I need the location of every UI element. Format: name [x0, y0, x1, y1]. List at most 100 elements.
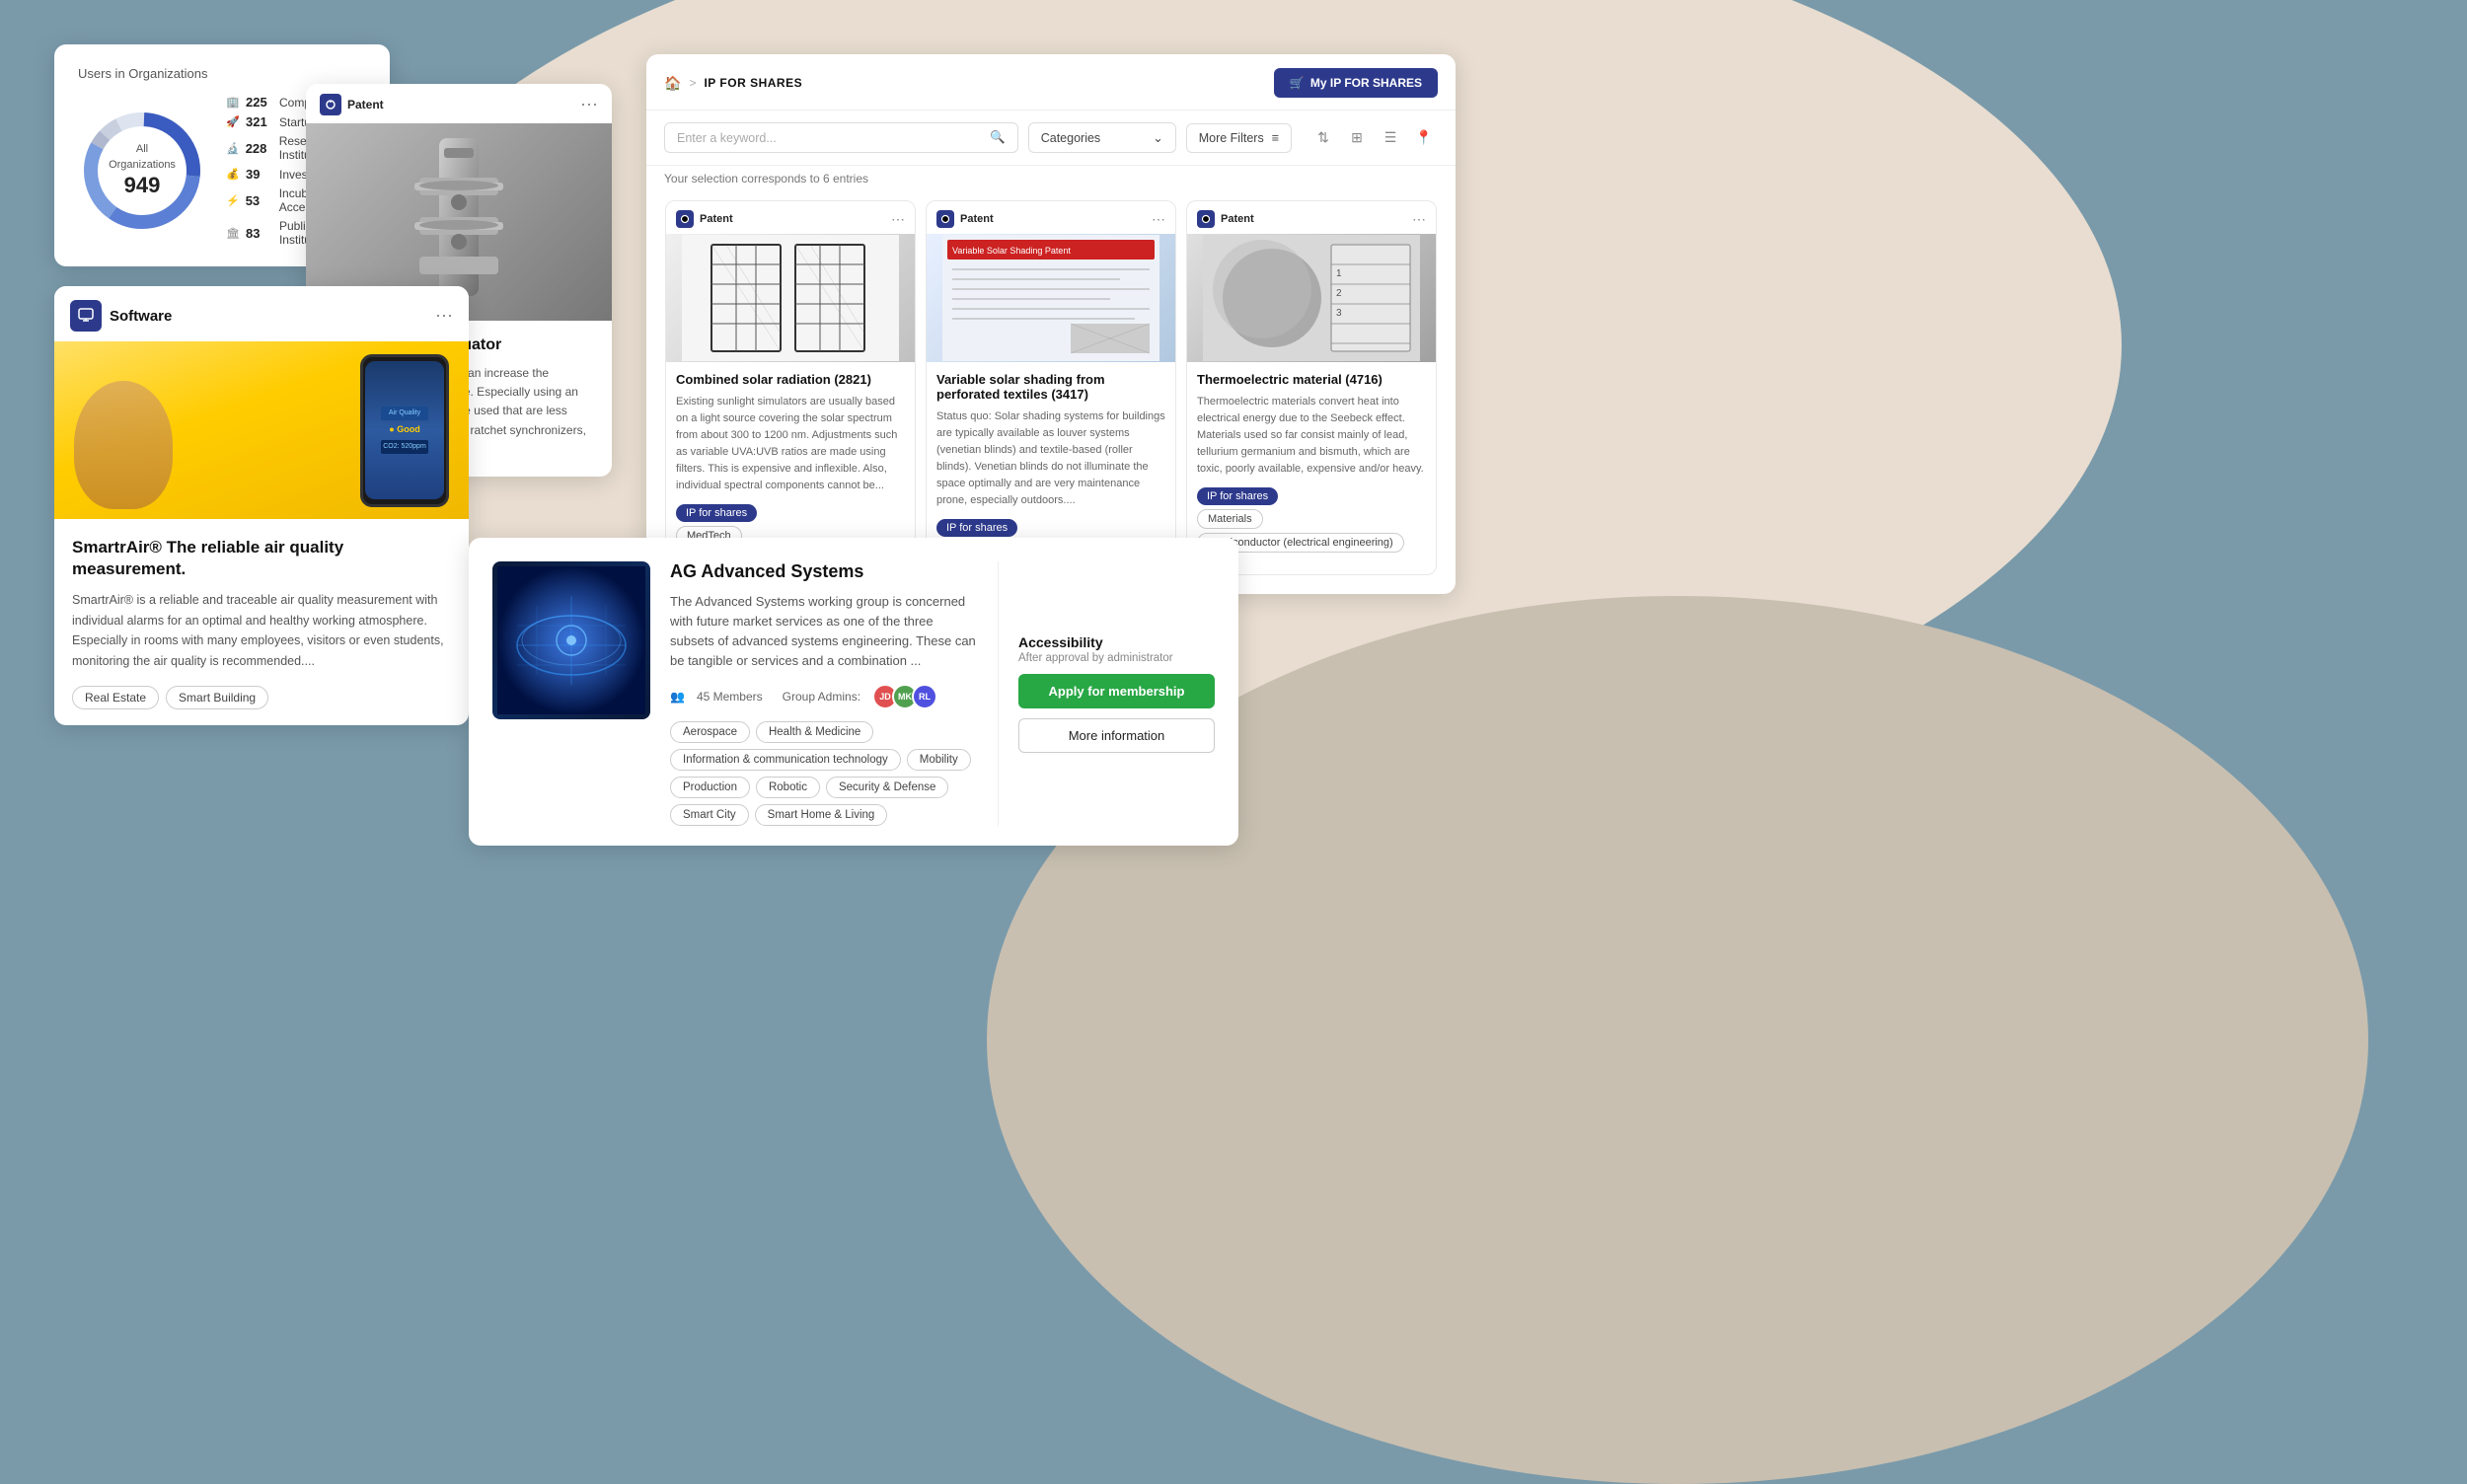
ip-patent-3-desc: Thermoelectric materials convert heat in… — [1197, 394, 1426, 478]
patent-badge-large: Patent — [320, 94, 384, 115]
tag-smart-building[interactable]: Smart Building — [166, 686, 268, 709]
filters-label: More Filters — [1199, 131, 1264, 145]
filter-icon: ≡ — [1272, 131, 1279, 145]
ip-cards-grid: Patent ⋯ — [646, 195, 1456, 594]
map-view-icon[interactable]: 📍 — [1410, 124, 1438, 152]
ip-patent-2-menu[interactable]: ⋯ — [1152, 212, 1165, 226]
home-icon[interactable]: 🏠 — [664, 75, 681, 92]
software-icon — [70, 300, 102, 332]
ip-patent-1-body: Combined solar radiation (2821) Existing… — [666, 362, 915, 559]
ip-panel-header: 🏠 > IP FOR SHARES 🛒 My IP FOR SHARES — [646, 54, 1456, 111]
svg-text:Variable Solar Shading Patent: Variable Solar Shading Patent — [952, 246, 1071, 256]
ag-image — [492, 561, 650, 719]
ag-members-count: 45 Members — [697, 690, 763, 704]
ip-patent-1-menu[interactable]: ⋯ — [891, 212, 905, 226]
ip-patent-3-tag-dark-0[interactable]: IP for shares — [1197, 487, 1278, 505]
software-tags: Real Estate Smart Building — [72, 686, 451, 709]
software-card-header: Software ⋯ — [54, 286, 469, 341]
patent-card-large-header: Patent ⋯ — [306, 84, 612, 123]
svg-text:2: 2 — [1336, 288, 1342, 299]
software-image-area: Air Quality ● Good CO2: 520ppm — [54, 341, 469, 519]
ip-patent-1-badge: Patent — [676, 210, 733, 228]
stat-investors-num: 39 — [246, 167, 273, 182]
ag-tag-robotic[interactable]: Robotic — [756, 777, 820, 798]
ip-patent-2-tag-dark-0[interactable]: IP for shares — [936, 519, 1017, 537]
sort-icon[interactable]: ⇅ — [1309, 124, 1337, 152]
ag-tag-health[interactable]: Health & Medicine — [756, 721, 873, 743]
ip-patent-2-header: Patent ⋯ — [927, 201, 1175, 234]
cards-container: Users in Organizations — [0, 0, 2467, 1336]
patent-icon-large — [320, 94, 341, 115]
patent-label-large: Patent — [347, 98, 384, 111]
tag-real-estate[interactable]: Real Estate — [72, 686, 159, 709]
my-ip-button[interactable]: 🛒 My IP FOR SHARES — [1274, 68, 1438, 98]
ag-sidebar: Accessibility After approval by administ… — [998, 561, 1215, 826]
ip-patent-1-icon — [676, 210, 694, 228]
ip-patent-3-body: Thermoelectric material (4716) Thermoele… — [1187, 362, 1436, 566]
breadcrumb-current: IP FOR SHARES — [704, 76, 802, 90]
building-icon: 🏢 — [226, 96, 240, 109]
group-admins-label: Group Admins: — [783, 690, 860, 704]
ip-search-row: Enter a keyword... 🔍 Categories ⌄ More F… — [646, 111, 1456, 166]
ip-patent-card-3: Patent ⋯ — [1186, 200, 1437, 575]
stat-public-num: 83 — [246, 226, 273, 241]
ip-results-label: Your selection corresponds to 6 entries — [646, 166, 1456, 195]
ip-patent-3-image: 1 2 3 — [1187, 234, 1436, 362]
ag-accessibility-label: Accessibility — [1018, 634, 1215, 650]
categories-dropdown[interactable]: Categories ⌄ — [1028, 122, 1176, 153]
org-card-title: Users in Organizations — [78, 66, 366, 81]
ag-title: AG Advanced Systems — [670, 561, 978, 582]
grid-view-icon[interactable]: ⊞ — [1343, 124, 1371, 152]
ag-content: AG Advanced Systems The Advanced Systems… — [670, 561, 978, 826]
software-card-desc: SmartrAir® is a reliable and traceable a… — [72, 590, 451, 672]
ag-tag-aerospace[interactable]: Aerospace — [670, 721, 750, 743]
phone-screen: Air Quality ● Good CO2: 520ppm — [365, 361, 444, 499]
software-card-content: SmartrAir® The reliable air quality meas… — [54, 519, 469, 725]
ag-tag-ict[interactable]: Information & communication technology — [670, 749, 901, 771]
view-icons: ⇅ ⊞ ☰ 📍 — [1309, 124, 1438, 152]
ag-tag-smart-city[interactable]: Smart City — [670, 804, 749, 826]
ag-apply-button[interactable]: Apply for membership — [1018, 674, 1215, 708]
patent-large-menu[interactable]: ⋯ — [580, 96, 598, 113]
ip-patent-1-desc: Existing sunlight simulators are usually… — [676, 394, 905, 494]
categories-label: Categories — [1041, 131, 1100, 145]
ip-patent-3-title: Thermoelectric material (4716) — [1197, 372, 1426, 387]
ag-tag-security[interactable]: Security & Defense — [826, 777, 948, 798]
ip-patent-3-menu[interactable]: ⋯ — [1412, 212, 1426, 226]
ip-patent-2-badge: Patent — [936, 210, 994, 228]
list-view-icon[interactable]: ☰ — [1377, 124, 1404, 152]
ip-patent-3-icon — [1197, 210, 1215, 228]
breadcrumb-sep: > — [689, 76, 696, 90]
ag-more-button[interactable]: More information — [1018, 718, 1215, 753]
org-label-text: AllOrganizations — [109, 143, 176, 171]
software-card-title: SmartrAir® The reliable air quality meas… — [72, 537, 451, 580]
chevron-down-icon: ⌄ — [1153, 130, 1162, 145]
stat-incubators-num: 53 — [246, 193, 273, 208]
more-filters-button[interactable]: More Filters ≡ — [1186, 123, 1292, 153]
software-badge-label: Software — [110, 308, 172, 325]
ip-patent-1-header: Patent ⋯ — [666, 201, 915, 234]
ip-search-box[interactable]: Enter a keyword... 🔍 — [664, 122, 1018, 153]
software-menu[interactable]: ⋯ — [435, 307, 453, 325]
startup-icon: 🚀 — [226, 115, 240, 128]
ip-patent-3-label: Patent — [1221, 213, 1254, 225]
ip-panel: 🏠 > IP FOR SHARES 🛒 My IP FOR SHARES Ent… — [646, 54, 1456, 594]
cart-icon: 🛒 — [1290, 76, 1305, 90]
ag-tag-smart-home[interactable]: Smart Home & Living — [755, 804, 888, 826]
org-total-number: 949 — [109, 172, 176, 200]
incubator-icon: ⚡ — [226, 194, 240, 207]
ip-patent-2-label: Patent — [960, 213, 994, 225]
ip-breadcrumb: 🏠 > IP FOR SHARES — [664, 75, 802, 92]
ip-patent-3-tag-light-0[interactable]: Materials — [1197, 509, 1263, 529]
phone-mockup: Air Quality ● Good CO2: 520ppm — [360, 354, 449, 507]
ip-patent-1-tag-dark-0[interactable]: IP for shares — [676, 504, 757, 522]
ag-tag-mobility[interactable]: Mobility — [907, 749, 971, 771]
stat-research-num: 228 — [246, 141, 273, 156]
institution-icon: 🏛 — [226, 227, 240, 240]
ip-patent-2-title: Variable solar shading from perforated t… — [936, 372, 1165, 402]
ag-card: AG Advanced Systems The Advanced Systems… — [469, 538, 1238, 846]
ip-patent-1-label: Patent — [700, 213, 733, 225]
svg-text:3: 3 — [1336, 308, 1342, 319]
ip-patent-3-badge: Patent — [1197, 210, 1254, 228]
ag-tag-production[interactable]: Production — [670, 777, 750, 798]
